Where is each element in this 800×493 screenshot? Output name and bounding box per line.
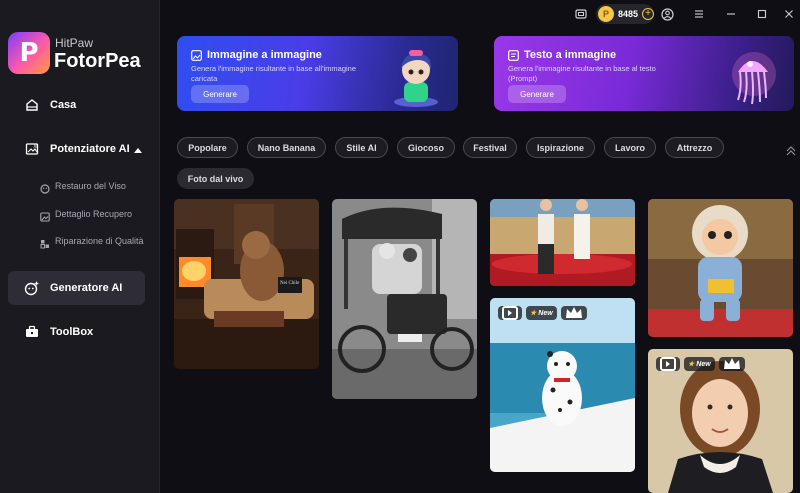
banner-title-row: Testo a immagine [508,49,616,61]
image-to-image-banner[interactable]: Immagine a immagine Genera l'immagine ri… [177,36,458,111]
banner-title-row: Immagine a immagine [191,49,322,61]
filter-chip[interactable]: Stile AI [335,137,388,158]
nav-sub-label: Restauro del Viso [55,181,126,191]
minimize-icon[interactable] [724,7,738,21]
nav-sub-label: Riparazione di Qualità [55,236,144,246]
svg-text:AI: AI [34,144,38,149]
banner-description: Genera l'immagine risultante in base al … [508,64,656,83]
filter-chip[interactable]: Giocoso [397,137,455,158]
filter-chip[interactable]: Festival [463,137,517,158]
sidebar: P HitPaw FotorPea Casa AI Potenziatore A… [0,0,160,493]
brand-name: FotorPea [54,50,141,72]
filter-chip[interactable]: Ispirazione [526,137,595,158]
face-icon [40,181,50,194]
filter-chip[interactable]: Lavoro [604,137,656,158]
image-icon [191,49,202,61]
filter-chip[interactable]: Popolare [177,137,238,158]
crown-icon [718,357,745,371]
toolbox-icon [24,324,40,340]
banner-title: Testo a immagine [524,49,617,61]
add-credits-icon[interactable]: + [642,8,654,20]
maximize-icon[interactable] [755,7,769,21]
nav-generator-label: Generatore AI [50,282,123,294]
nav-enhancer[interactable]: AI Potenziatore AI [8,132,145,166]
gallery-card-portrait[interactable]: ★ New [648,349,793,493]
gallery-card-couple-car[interactable] [490,199,635,286]
text-to-image-banner[interactable]: Testo a immagine Genera l'immagine risul… [494,36,794,111]
image-enhance-icon: AI [24,141,40,157]
gallery-card-vintage-car[interactable] [332,199,477,399]
ai-generator-icon [24,280,40,296]
account-icon[interactable] [660,7,674,21]
nav-generator[interactable]: Generatore AI [8,271,145,305]
nav-sub-detail-recovery[interactable]: Dettaglio Recupero [40,208,145,222]
video-icon [656,357,680,371]
quality-repair-icon [40,236,50,249]
nav-sub-quality-repair[interactable]: Riparazione di Qualità [40,235,145,249]
gallery-card-dalmatian[interactable]: ★ New [490,298,635,472]
filter-chip[interactable]: Attrezzo [665,137,724,158]
menu-icon[interactable] [692,7,706,21]
card-tags: ★ New [656,357,745,371]
gallery-icon[interactable] [574,7,588,21]
card-tags: ★ New [498,306,587,320]
app-window: P HitPaw FotorPea Casa AI Potenziatore A… [0,0,800,493]
capybara-sign-text: Nei Chile [280,281,300,286]
new-badge-label: New [696,360,711,368]
filter-chip-selected[interactable]: Foto dal vivo [177,168,254,189]
app-logo: P [8,32,50,74]
text-image-icon [508,49,519,61]
credits-count: 8485 [617,9,639,19]
generate-button[interactable]: Generare [508,85,566,103]
collapse-filters-icon[interactable] [786,143,796,156]
nav-home[interactable]: Casa [8,88,145,122]
new-badge: ★ New [684,357,715,371]
nav-enhancer-label: Potenziatore AI [50,143,130,155]
new-badge-label: New [538,309,553,317]
jellyfish-illustration [720,44,784,108]
filter-chip[interactable]: Nano Banana [247,137,326,158]
video-icon [498,306,522,320]
nav-toolbox-label: ToolBox [50,326,94,338]
brand-company: HitPaw [55,36,94,50]
nav-home-label: Casa [50,99,77,111]
crown-icon [560,306,587,320]
chevron-up-icon [133,140,142,158]
new-badge: ★ New [526,306,557,320]
gallery-card-plush-toy[interactable] [648,199,793,337]
character-illustration [384,44,448,108]
home-icon [24,97,40,113]
nav-sub-face-restore[interactable]: Restauro del Viso [40,180,145,194]
gallery-card-capybara[interactable]: Nei Chile [174,199,319,369]
image-detail-icon [40,209,50,222]
generate-button[interactable]: Generare [191,85,249,103]
credits-badge[interactable]: P 8485 + [596,4,654,24]
banner-title: Immagine a immagine [207,49,322,61]
banner-description: Genera l'immagine risultante in base all… [191,64,357,83]
close-icon[interactable] [782,7,796,21]
nav-sub-label: Dettaglio Recupero [55,209,133,219]
coin-icon: P [598,6,614,22]
nav-toolbox[interactable]: ToolBox [8,315,145,349]
